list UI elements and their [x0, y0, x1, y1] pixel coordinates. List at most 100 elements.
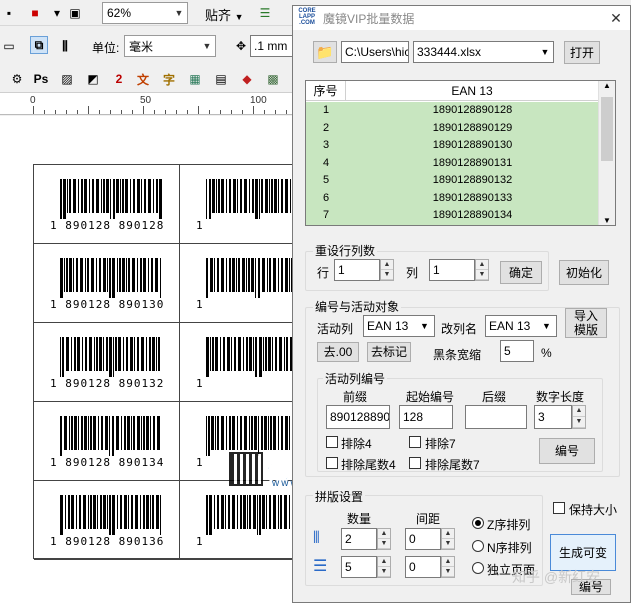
remove-mark-button[interactable]: 去标记: [367, 342, 411, 362]
table-row[interactable]: 7 1890128890134: [306, 207, 599, 225]
ruler-tick: [264, 110, 265, 114]
frame-icon[interactable]: ▭: [0, 37, 18, 55]
single-page-radio[interactable]: [472, 562, 484, 574]
table-row[interactable]: 6 1890128890133: [306, 189, 599, 207]
table-row[interactable]: 5 1890128890132: [306, 172, 599, 190]
col-count-input[interactable]: 1: [429, 259, 475, 281]
barcode[interactable]: [60, 179, 164, 219]
ean-cell: 1890128890129: [432, 121, 513, 134]
rename-select[interactable]: EAN 13 ▼: [485, 315, 557, 337]
char-icon[interactable]: 字: [160, 70, 178, 88]
ruler-tick: [154, 110, 155, 114]
z-order-radio[interactable]: [472, 517, 484, 529]
ps-icon[interactable]: Ps: [32, 70, 50, 88]
table-row[interactable]: 4 1890128890131: [306, 154, 599, 172]
group-icon[interactable]: ⧉: [30, 36, 48, 54]
rows-count-stepper[interactable]: ▲ ▼: [377, 556, 391, 578]
text-icon[interactable]: 文: [134, 70, 152, 88]
digits-input[interactable]: 3: [534, 405, 572, 429]
ruler-tick: [44, 110, 45, 114]
ruler-tick: [176, 110, 177, 114]
row-count-input[interactable]: 1: [334, 259, 380, 281]
ruler-tick: [231, 110, 232, 114]
snap-menu[interactable]: 贴齐 ▼: [205, 5, 244, 24]
import-template-button[interactable]: 导入 模版: [565, 308, 607, 338]
confirm-button[interactable]: 确定: [500, 261, 542, 284]
ean-cell: 1890128890133: [432, 191, 513, 204]
initialize-button[interactable]: 初始化: [559, 260, 609, 285]
row-index-cell: 2: [322, 121, 330, 134]
dialog-titlebar[interactable]: CORE LAPP .COM 魔镜VIP批量数据 ✕: [293, 6, 630, 30]
active-col-select[interactable]: EAN 13 ▼: [363, 315, 435, 337]
vertical-scrollbar[interactable]: ▲ ▼: [598, 81, 615, 225]
scroll-thumb[interactable]: [601, 97, 613, 161]
exclude-7-checkbox[interactable]: [409, 436, 421, 448]
gallery-icon[interactable]: ▤: [212, 70, 230, 88]
number-button[interactable]: 编号: [539, 438, 595, 464]
row-index-cell: 5: [322, 174, 330, 186]
align-icon[interactable]: ☰: [256, 4, 274, 22]
print-icon[interactable]: ■: [26, 4, 44, 22]
data-table[interactable]: 序号 EAN 13 1 1890128890128 2 1890128890129 3 1…: [305, 80, 616, 226]
ruler-tick: [55, 110, 56, 114]
cols-gap-stepper[interactable]: ▲ ▼: [441, 528, 455, 550]
cols-gap-input[interactable]: 0: [405, 528, 441, 550]
barcode[interactable]: [60, 337, 164, 377]
keep-size-checkbox[interactable]: [553, 502, 565, 514]
barcode[interactable]: [60, 495, 164, 535]
zoom-select[interactable]: 62% ▼: [102, 2, 188, 24]
row-count-stepper[interactable]: ▲ ▼: [380, 259, 394, 281]
ruler-tick: [198, 106, 199, 114]
start-number-input[interactable]: 128: [399, 405, 453, 429]
unit-select[interactable]: 毫米 ▼: [124, 35, 216, 57]
grid-icon[interactable]: ▩: [264, 70, 282, 88]
exclude-4-checkbox[interactable]: [326, 436, 338, 448]
prefix-input[interactable]: 890128890: [326, 405, 390, 429]
active-col-label: 活动列: [317, 322, 354, 336]
barcode[interactable]: [60, 258, 164, 298]
chevron-down-icon[interactable]: ▼: [599, 216, 615, 225]
bar-shrink-input[interactable]: 5: [500, 340, 534, 362]
cols-count-stepper[interactable]: ▲ ▼: [377, 528, 391, 550]
image-icon[interactable]: ▨: [58, 70, 76, 88]
close-button[interactable]: ✕: [605, 9, 627, 27]
bucket-icon[interactable]: ◩: [84, 70, 102, 88]
cols-count-input[interactable]: 2: [341, 528, 377, 550]
chevron-up-icon[interactable]: ▲: [599, 81, 615, 90]
exclude-tail-7-checkbox[interactable]: [409, 457, 421, 469]
file-select[interactable]: 333444.xlsx ▼: [413, 41, 554, 63]
rows-count-input[interactable]: 5: [341, 556, 377, 578]
generate-variable-button[interactable]: 生成可变: [550, 534, 616, 571]
col-count-stepper[interactable]: ▲ ▼: [475, 259, 489, 281]
col-label: 列: [406, 266, 419, 280]
path-field[interactable]: C:\Users\hic: [341, 41, 409, 63]
dropdown-icon[interactable]: ▾: [48, 4, 66, 22]
folder-button[interactable]: 📁: [313, 41, 337, 63]
exclude-tail-4-checkbox[interactable]: [326, 457, 338, 469]
n-order-radio[interactable]: [472, 540, 484, 552]
table-row[interactable]: 1 1890128890128: [306, 102, 599, 120]
label-sheet[interactable]: 1 890128 890128 1 1 890128 890130 1 1 890128…: [33, 164, 333, 560]
suffix-input[interactable]: [465, 405, 527, 429]
barcode[interactable]: [60, 416, 164, 456]
distribute-icon[interactable]: ⫼: [56, 37, 74, 55]
fullscreen-icon[interactable]: ▣: [66, 4, 84, 22]
strip-decimal-button[interactable]: 去.00: [317, 342, 359, 362]
open-button[interactable]: 打开: [564, 41, 600, 64]
corelapp-logo: CORE LAPP .COM: [298, 8, 316, 26]
save-icon[interactable]: ▪: [0, 4, 18, 22]
number-icon[interactable]: 2: [110, 70, 128, 88]
rows-gap-stepper[interactable]: ▲ ▼: [441, 556, 455, 578]
ruler-tick: [253, 106, 254, 114]
column-header[interactable]: EAN 13: [346, 81, 599, 101]
ruler-tick: [33, 106, 34, 114]
table-icon[interactable]: ▦: [186, 70, 204, 88]
column-header[interactable]: 序号: [306, 81, 346, 101]
table-row[interactable]: 2 1890128890129: [306, 119, 599, 137]
rows-gap-input[interactable]: 0: [405, 556, 441, 578]
cube-icon[interactable]: ◆: [238, 70, 256, 88]
settings-icon[interactable]: ⚙: [8, 70, 26, 88]
table-row[interactable]: 3 1890128890130: [306, 137, 599, 155]
barcode-icon: [60, 337, 160, 377]
digits-stepper[interactable]: ▲ ▼: [572, 405, 586, 429]
